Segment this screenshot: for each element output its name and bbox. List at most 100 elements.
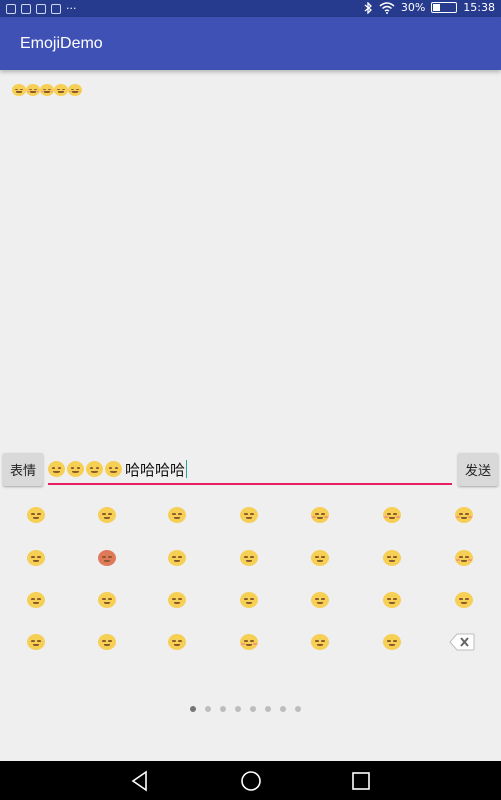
emoji-key-persevere[interactable] [95, 632, 119, 652]
input-text: 哈哈哈哈 [125, 460, 186, 479]
wifi-notify-icon [36, 3, 46, 14]
message-line [12, 84, 82, 96]
emoji-key-kiss-blush[interactable] [452, 505, 476, 525]
emoji-kiss-blush-icon [455, 507, 473, 523]
emoji-key-confused[interactable] [24, 632, 48, 652]
status-bar: ··· 30% 15:38 [0, 0, 501, 17]
emoji-confused-icon [48, 461, 65, 477]
delete-key[interactable] [449, 633, 475, 651]
emoji-heart-eyes-icon [455, 550, 473, 566]
emoji-key-tongue[interactable] [237, 505, 261, 525]
page-dot [220, 706, 226, 712]
emoji-neutral-icon [168, 592, 186, 608]
emoji-key-smirk[interactable] [95, 590, 119, 610]
message-input[interactable]: 哈哈哈哈 [48, 455, 452, 485]
emoji-grinning-icon [98, 507, 116, 523]
emoji-grin-icon [27, 507, 45, 523]
emoji-toggle-button[interactable]: 表情 [3, 453, 43, 486]
notification-icon [21, 3, 31, 14]
emoji-key-grin[interactable] [24, 505, 48, 525]
emoji-key-innocent[interactable] [24, 548, 48, 568]
emoji-row [0, 590, 501, 620]
emoji-confused-icon [27, 634, 45, 650]
emoji-key-imp[interactable] [95, 548, 119, 568]
emoji-sunglasses-icon [27, 592, 45, 608]
emoji-key-blush-smile[interactable] [380, 505, 404, 525]
emoji-smirk-icon [98, 592, 116, 608]
sim-icon [6, 3, 16, 14]
page-indicator [190, 706, 301, 712]
app-notify-icon [51, 3, 61, 14]
emoji-key-pouting[interactable] [452, 590, 476, 610]
emoji-confused-icon [86, 461, 103, 477]
emoji-astonished-icon [168, 634, 186, 650]
emoji-key-grinning[interactable] [95, 505, 119, 525]
text-cursor [186, 460, 188, 478]
emoji-flushed-icon [311, 592, 329, 608]
emoji-wink-icon [311, 550, 329, 566]
emoji-innocent-icon [27, 550, 45, 566]
emoji-key-laughing[interactable] [308, 505, 332, 525]
emoji-key-expressionless[interactable] [380, 548, 404, 568]
bluetooth-icon [364, 1, 372, 14]
emoji-tired-icon [383, 634, 401, 650]
page-dot [205, 706, 211, 712]
app-title: EmojiDemo [20, 35, 103, 52]
emoji-confused-icon [105, 461, 122, 477]
page-dot [235, 706, 241, 712]
emoji-key-kissing-heart[interactable] [237, 632, 261, 652]
emoji-key-sweat[interactable] [380, 590, 404, 610]
emoji-kissing-heart-icon [240, 634, 258, 650]
status-notifications: ··· [6, 2, 77, 15]
back-icon[interactable] [128, 769, 152, 793]
emoji-confused-icon [67, 461, 84, 477]
emoji-expressionless-icon [383, 550, 401, 566]
emoji-smirk-icon [12, 84, 26, 96]
emoji-grimace-icon [168, 507, 186, 523]
emoji-unamused-icon [240, 592, 258, 608]
emoji-key-wink[interactable] [308, 548, 332, 568]
emoji-smirk-icon [54, 84, 68, 96]
emoji-relieved-icon [240, 550, 258, 566]
page-dot [280, 706, 286, 712]
wifi-icon [379, 1, 395, 14]
emoji-smile-icon [168, 550, 186, 566]
navigation-bar [0, 761, 501, 800]
backspace-icon [449, 633, 475, 651]
emoji-key-smile[interactable] [165, 548, 189, 568]
page-dot [295, 706, 301, 712]
emoji-key-thinking[interactable] [308, 632, 332, 652]
emoji-imp-icon [98, 550, 116, 566]
emoji-blush-icon [68, 84, 82, 96]
emoji-pouting-icon [455, 592, 473, 608]
emoji-key-neutral[interactable] [165, 590, 189, 610]
emoji-laughing-icon [311, 507, 329, 523]
emoji-row [0, 632, 501, 662]
home-icon[interactable] [239, 769, 263, 793]
emoji-row [0, 548, 501, 578]
status-system: 30% 15:38 [364, 1, 495, 14]
emoji-key-unamused[interactable] [237, 590, 261, 610]
emoji-persevere-icon [98, 634, 116, 650]
battery-percent: 30% [400, 1, 426, 14]
recents-icon[interactable] [349, 769, 373, 793]
send-button[interactable]: 发送 [458, 453, 498, 486]
emoji-key-relieved[interactable] [237, 548, 261, 568]
emoji-key-astonished[interactable] [165, 632, 189, 652]
emoji-sweat-icon [383, 592, 401, 608]
emoji-row [0, 505, 501, 535]
emoji-key-heart-eyes[interactable] [452, 548, 476, 568]
emoji-key-grimace[interactable] [165, 505, 189, 525]
emoji-blush-smile-icon [383, 507, 401, 523]
emoji-key-sunglasses[interactable] [24, 590, 48, 610]
page-dot [265, 706, 271, 712]
app-bar: EmojiDemo [0, 17, 501, 70]
page-dot [190, 706, 196, 712]
emoji-key-tired[interactable] [380, 632, 404, 652]
emoji-thinking-icon [311, 634, 329, 650]
emoji-key-flushed[interactable] [308, 590, 332, 610]
page-dot [250, 706, 256, 712]
input-content: 哈哈哈哈 [48, 460, 188, 479]
battery-icon [431, 2, 458, 13]
emoji-tongue-icon [240, 507, 258, 523]
